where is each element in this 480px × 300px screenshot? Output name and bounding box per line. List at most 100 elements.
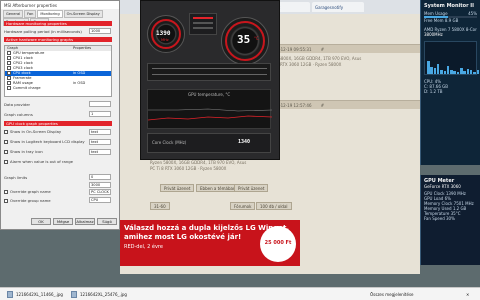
max-input[interactable]: 3000 (89, 182, 111, 188)
checkbox[interactable] (7, 71, 11, 75)
sysmon-title: System Monitor II (424, 3, 475, 9)
alarm-option[interactable]: Alarm when value is out of range (4, 159, 73, 164)
post-badge[interactable]: # (321, 103, 324, 108)
osd-select[interactable]: text (89, 129, 111, 135)
lcd-checkbox[interactable] (4, 140, 8, 144)
core-load-bar (453, 70, 456, 74)
tab-general[interactable]: General (3, 10, 24, 18)
checkbox[interactable] (7, 56, 11, 60)
checkbox[interactable] (7, 66, 11, 70)
bottom-bar: Core Clock (MHz) 1340 (147, 133, 271, 153)
core-clock-unit: MHz (161, 38, 169, 42)
ok-button[interactable]: OK (31, 218, 51, 225)
core-load-bar (476, 69, 479, 74)
group-header: GPU clock graph properties (4, 121, 112, 126)
close-icon[interactable]: ✕ (466, 290, 476, 299)
list-col-graph: Graph (7, 46, 19, 50)
core-load-bar (430, 66, 433, 74)
osd-option[interactable]: Show in On-Screen Display (4, 129, 61, 134)
graph-caption: GPU temperature, °C (188, 92, 231, 97)
alarm-checkbox[interactable] (4, 160, 8, 164)
core-load-bar (473, 71, 476, 74)
private-message-button-2[interactable]: Privát üzenet (234, 184, 269, 192)
gpu-meter-panel: GPU Meter GeForce RTX 3060 GPU Clock 139… (420, 175, 480, 265)
lcd-select[interactable]: text (89, 139, 111, 145)
core-load-bar (469, 70, 473, 74)
ad-banner[interactable]: Válaszd hozzá a dupla kijelzős LG Winget… (120, 220, 300, 266)
checkbox[interactable] (7, 86, 11, 90)
checkbox[interactable] (7, 76, 11, 80)
signature-line: Ryzen 5800X, 16GB GDDR4, 1TB 970 EVO, As… (150, 160, 247, 165)
apply-button[interactable]: Alkalmaz (75, 218, 95, 225)
graph-columns-select[interactable]: 1 (89, 111, 111, 117)
private-message-button[interactable]: Privát üzenet (160, 184, 195, 192)
override-option[interactable]: Override graph name (4, 189, 51, 194)
tray-select[interactable]: text (89, 149, 111, 155)
lcd-option[interactable]: Show in Logitech keyboard LCD display (4, 139, 85, 144)
gpu-temp-value: 35 (237, 33, 251, 46)
checkbox[interactable] (7, 51, 11, 55)
tray-checkbox[interactable] (4, 150, 8, 154)
pager-range[interactable]: 31-60 (150, 202, 170, 210)
grey-bar (193, 22, 213, 24)
slider-track[interactable] (152, 68, 267, 69)
polling-input[interactable]: 1000 (89, 28, 111, 34)
core-load-bar (433, 68, 437, 74)
list-item[interactable]: Commit charge (5, 86, 111, 91)
tab-fan[interactable]: Fan (24, 10, 37, 18)
override-group-checkbox[interactable] (4, 199, 8, 203)
core-clock-value: 1390 (156, 30, 171, 37)
image-file-icon (7, 291, 13, 298)
checkbox[interactable] (7, 61, 11, 65)
per-page-select[interactable]: 100 db / oldal (256, 202, 292, 210)
graphs-list[interactable]: Graph Properties GPU temperature CPU1 cl… (4, 45, 112, 97)
image-file-icon (71, 291, 77, 298)
browser-tab[interactable]: Garagesnotify (312, 2, 364, 12)
center-panel (189, 13, 217, 35)
gpu-lines: GPU Clock 1390 MHz GPU Load 6% Memory Cl… (421, 189, 480, 223)
min-input[interactable]: 0 (89, 174, 111, 180)
gpu-fan: Fan Speed 30% (424, 216, 455, 221)
gpu-temp-unit: °C (254, 36, 259, 41)
monitor-graph: GPU temperature, °C (147, 89, 272, 129)
osd-checkbox[interactable] (4, 130, 8, 134)
tab-osd[interactable]: On-Screen Display (63, 10, 103, 18)
override-input[interactable]: PC CLOCK (89, 189, 111, 195)
mem-row: Mem Usage 45% Free Mem 8.9 GB (421, 9, 480, 25)
tray-option[interactable]: Show in tray icon (4, 149, 43, 154)
core-load-bar (440, 70, 443, 74)
core-load-bar (463, 71, 466, 74)
core-load-bar (466, 68, 470, 74)
show-all-downloads[interactable]: Összes megjelenítése (370, 290, 440, 299)
cancel-button[interactable]: Mégse (53, 218, 73, 225)
core-load-bar (460, 67, 463, 74)
data-provider-select[interactable] (89, 101, 111, 107)
tab-monitoring[interactable]: Monitoring (37, 10, 63, 18)
core-clock-label: Core Clock (MHz) (152, 140, 187, 145)
graph-limits-label: Graph limits (4, 175, 28, 180)
ad-subline: RED-del, 2 évre (124, 244, 163, 250)
data-provider-label: Data provider (4, 102, 31, 107)
core-load-graph (424, 41, 479, 75)
core-load-bar (446, 66, 450, 74)
post-text: Ryzen 5800X, 16GB GDDR4, 1TB 970 EVO, As… (265, 56, 362, 61)
system-monitor-panel: System Monitor II Mem Usage 45% Free Mem… (420, 0, 480, 165)
post-header-row: 2020-12-19 12:57:46 # (265, 100, 420, 109)
forum-select[interactable]: Fórumok (230, 202, 256, 210)
override-checkbox[interactable] (4, 190, 8, 194)
sliders-strip[interactable] (147, 63, 271, 81)
download-item[interactable]: 1216642XL_25476_.jpg (70, 290, 160, 299)
checkbox[interactable] (7, 81, 11, 85)
ad-price-badge: 25 000 Ft (260, 226, 296, 262)
grey-bar (193, 27, 213, 29)
list-col-properties: Properties (73, 46, 92, 50)
cpu-usage-row: CPU: 4% C: 87.66 GB D: 1.2 TB (421, 77, 480, 96)
slider-track[interactable] (152, 74, 267, 75)
help-button[interactable]: Súgó (97, 218, 117, 225)
cpu-block: AMD Ryzen 7 5800X 8-Core Processor 3800M… (421, 25, 480, 39)
override-group-option[interactable]: Override group name (4, 198, 51, 203)
post-badge[interactable]: # (321, 47, 324, 52)
topic-button[interactable]: Ebben a témában (196, 184, 240, 192)
override-group-input[interactable]: CPU (89, 197, 111, 203)
polling-label: Hardware polling period (in milliseconds… (4, 29, 82, 34)
